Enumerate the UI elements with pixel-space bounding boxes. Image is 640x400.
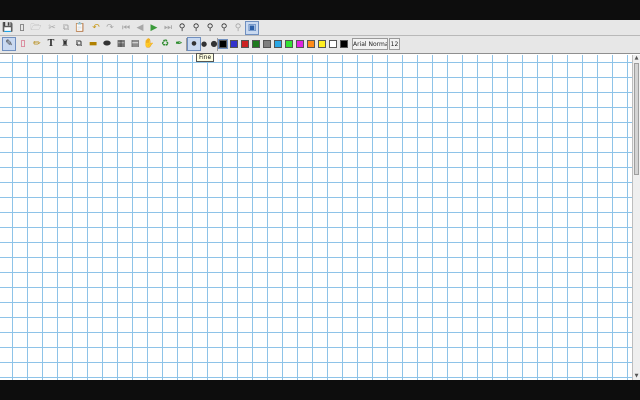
copy-icon[interactable]: ⧉ (60, 22, 72, 34)
color-swatch[interactable] (340, 40, 348, 48)
color-swatch[interactable] (230, 40, 238, 48)
color-swatch[interactable] (329, 40, 337, 48)
vertical-space-icon[interactable]: ▤ (129, 38, 141, 50)
color-swatch[interactable] (241, 40, 249, 48)
font-selector[interactable]: Arial Normal (352, 38, 388, 50)
save-icon[interactable]: 💾 (2, 22, 14, 34)
fullscreen-icon[interactable]: ▣ (245, 21, 259, 35)
color-swatch[interactable] (285, 40, 293, 48)
scroll-down-icon[interactable]: ▼ (633, 373, 640, 380)
last-page-icon[interactable]: ⏭ (162, 22, 174, 34)
paste-icon[interactable]: 📋 (74, 22, 86, 34)
undo-icon[interactable]: ↶ (90, 22, 102, 34)
color-swatch[interactable] (274, 40, 282, 48)
ruler-icon[interactable]: ▬ (87, 38, 99, 50)
image-icon[interactable]: ♜ (59, 38, 71, 50)
new-page-icon[interactable]: ▯ (16, 22, 28, 34)
main-toolbar: 💾 ▯ 🗁 ✂ ⧉ 📋 ↶ ↷ ⏮ ◀ ▶ ⏭ ⚲ ⚲ ⚲ ⚲ ⚲ ▣ (0, 20, 640, 36)
previous-page-icon[interactable]: ◀ (134, 22, 146, 34)
first-page-icon[interactable]: ⏮ (120, 22, 132, 34)
separator (217, 38, 218, 51)
color-swatch[interactable] (252, 40, 260, 48)
redo-icon[interactable]: ↷ (104, 22, 116, 34)
zoom-fit-icon[interactable]: ⚲ (176, 22, 188, 34)
next-page-icon[interactable]: ▶ (148, 22, 160, 34)
color-swatch[interactable] (318, 40, 326, 48)
shapes-icon[interactable]: ⧉ (73, 38, 85, 50)
color-swatch[interactable] (263, 40, 271, 48)
ruled-page-canvas[interactable] (0, 55, 632, 380)
color-swatch[interactable] (307, 40, 315, 48)
hand-icon[interactable]: ✋ (143, 38, 155, 50)
highlighter-icon[interactable]: ✏ (31, 38, 43, 50)
open-icon[interactable]: 🗁 (30, 22, 42, 34)
zoom-in-icon[interactable]: ⚲ (204, 22, 216, 34)
shape-recognizer-icon[interactable]: ♻ (159, 38, 171, 50)
zoom-width-icon[interactable]: ⚲ (218, 22, 230, 34)
journal-window: 💾 ▯ 🗁 ✂ ⧉ 📋 ↶ ↷ ⏮ ◀ ▶ ⏭ ⚲ ⚲ ⚲ ⚲ ⚲ ▣ ✎ ▯ … (0, 20, 640, 380)
font-size-field[interactable]: 12 (389, 38, 400, 50)
vertical-scrollbar[interactable]: ▲ ▼ (632, 55, 640, 380)
color-swatch[interactable] (296, 40, 304, 48)
zoom-out-icon[interactable]: ⚲ (190, 22, 202, 34)
scroll-up-icon[interactable]: ▲ (633, 55, 640, 62)
default-pen-icon[interactable]: ✒ (173, 38, 185, 50)
tools-toolbar: ✎ ▯ ✏ T ♜ ⧉ ▬ ⬬ ▦ ▤ ✋ ♻ ✒ ● ● ● Arial No… (0, 36, 640, 54)
scrollbar-thumb[interactable] (634, 63, 639, 175)
eraser-icon[interactable]: ▯ (17, 38, 29, 50)
cut-icon[interactable]: ✂ (46, 22, 58, 34)
zoom-page-icon[interactable]: ⚲ (232, 22, 244, 34)
select-rectangle-icon[interactable]: ▦ (115, 38, 127, 50)
tooltip: Fine (196, 53, 215, 62)
pen-icon[interactable]: ✎ (2, 37, 16, 51)
separator (186, 38, 187, 51)
text-icon[interactable]: T (45, 38, 57, 50)
select-region-icon[interactable]: ⬬ (101, 38, 113, 50)
color-swatch[interactable] (218, 39, 228, 49)
